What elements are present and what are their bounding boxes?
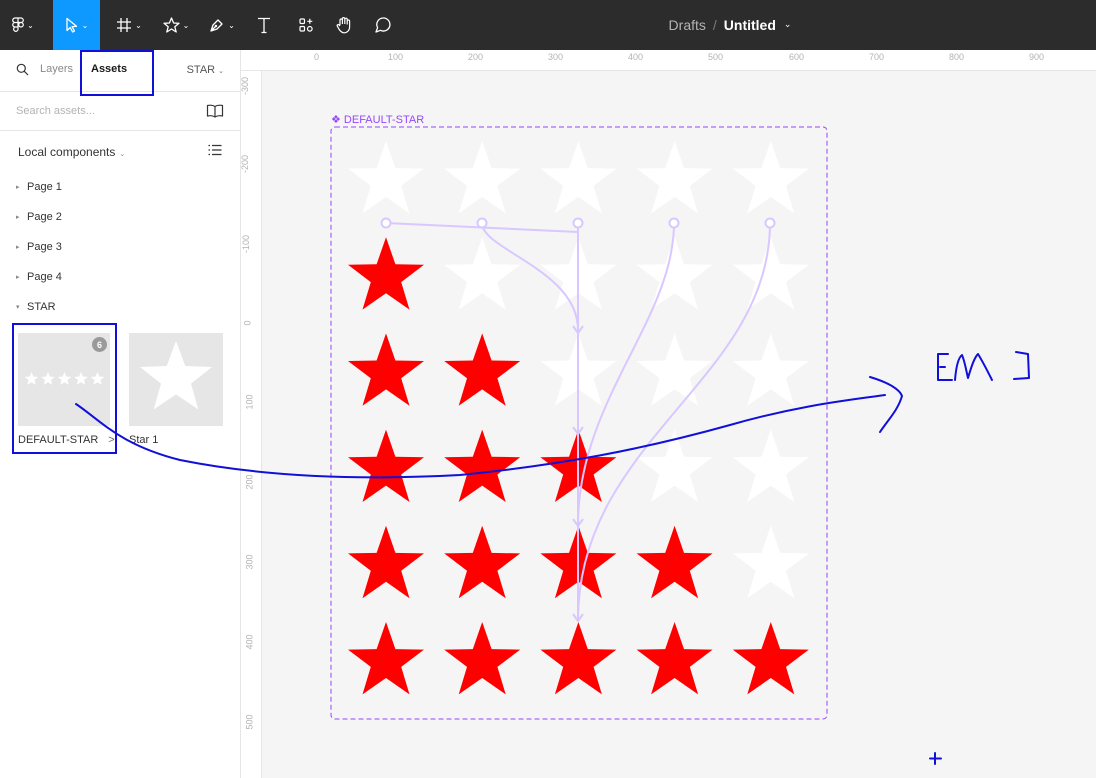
caret-right-icon: ▸ [16, 213, 20, 221]
ruler-tick: 100 [388, 52, 404, 62]
page-group-item[interactable]: ▸ Page 4 [16, 271, 62, 283]
pen-icon [210, 19, 223, 32]
chevron-down-icon: ⌄ [135, 20, 142, 30]
toolbar: ⌄ ⌄ ⌄ ⌄ ⌄ Drafts / Untitled ⌄ [0, 0, 1096, 50]
assets-tab-highlight [80, 50, 154, 96]
divider [0, 130, 240, 131]
caret-down-icon: ▾ [16, 303, 20, 311]
page-group-label: Page 4 [27, 271, 62, 283]
vertical-ruler: -300 -200 -100 0 100 200 300 400 500 [240, 71, 262, 778]
ruler-tick: 200 [468, 52, 484, 62]
chevron-down-icon: ⌄ [119, 150, 126, 158]
component-thumbnail-star-1[interactable] [129, 333, 223, 426]
search-assets-input[interactable] [16, 102, 186, 120]
ruler-tick: 900 [1029, 52, 1045, 62]
page-group-label: Page 1 [27, 181, 62, 193]
text-tool-button[interactable] [244, 0, 284, 50]
ruler-tick: 300 [548, 52, 564, 62]
page-group-label: Page 2 [27, 211, 62, 223]
search-icon[interactable] [16, 63, 29, 76]
caret-right-icon: ▸ [16, 273, 20, 281]
canvas[interactable] [262, 71, 1096, 778]
page-group-label: STAR [27, 301, 56, 313]
text-t-icon [258, 17, 270, 34]
page-group-label: Page 3 [27, 241, 62, 253]
shape-tool-button[interactable]: ⌄ [153, 0, 199, 50]
resources-tool-button[interactable] [286, 0, 326, 50]
hand-tool-button[interactable] [324, 0, 364, 50]
page-selector[interactable]: STAR ⌄ [187, 64, 224, 76]
local-components-label: Local components [18, 145, 116, 159]
component-set-label[interactable]: ❖ DEFAULT-STAR [331, 113, 424, 126]
caret-right-icon: ▸ [16, 183, 20, 191]
ruler-tick: 300 [244, 554, 255, 570]
figma-editor: ⌄ ⌄ ⌄ ⌄ ⌄ Drafts / Untitled ⌄ Layers Ass… [0, 0, 1096, 778]
hand-icon [336, 17, 351, 34]
frame-hash-icon [117, 18, 132, 32]
book-icon[interactable] [206, 104, 224, 118]
breadcrumb-separator: / [712, 17, 717, 33]
ruler-tick: 400 [628, 52, 644, 62]
ruler-tick: -200 [240, 154, 251, 174]
comment-bubble-icon [375, 17, 391, 33]
folder-link[interactable]: Drafts [669, 17, 706, 33]
page-group-item[interactable]: ▸ Page 1 [16, 181, 62, 193]
file-name[interactable]: Untitled [724, 17, 776, 33]
ruler-tick: 500 [244, 714, 255, 730]
ruler-tick: 100 [244, 394, 255, 410]
frame-tool-button[interactable]: ⌄ [106, 0, 152, 50]
figma-logo-icon [12, 17, 24, 32]
ruler-tick: 600 [789, 52, 805, 62]
ruler-tick: 500 [708, 52, 724, 62]
chevron-down-icon: ⌄ [27, 20, 34, 30]
page-group-item[interactable]: ▸ Page 2 [16, 211, 62, 223]
star-preview-icon [140, 341, 212, 410]
ruler-tick: 700 [869, 52, 885, 62]
component-name-star-1: Star 1 [129, 434, 159, 446]
default-star-highlight [12, 323, 117, 454]
file-breadcrumb: Drafts / Untitled ⌄ [560, 0, 900, 50]
ruler-tick: 400 [244, 634, 255, 650]
list-icon[interactable] [208, 144, 222, 156]
ruler-tick: 0 [242, 320, 253, 326]
ruler-tick: -300 [240, 76, 251, 96]
ruler-tick: 0 [314, 52, 320, 62]
main-menu-button[interactable]: ⌄ [0, 0, 46, 50]
local-components-dropdown[interactable]: Local components ⌄ [18, 145, 125, 159]
tab-layers[interactable]: Layers [40, 63, 73, 75]
comment-tool-button[interactable] [363, 0, 403, 50]
ruler-tick: 800 [949, 52, 965, 62]
page-group-item[interactable]: ▸ Page 3 [16, 241, 62, 253]
chevron-down-icon: ⌄ [218, 67, 224, 75]
resources-icon [299, 18, 313, 32]
ruler-tick: 200 [244, 474, 255, 490]
pen-tool-button[interactable]: ⌄ [199, 0, 245, 50]
caret-right-icon: ▸ [16, 243, 20, 251]
chevron-down-icon: ⌄ [81, 20, 89, 30]
horizontal-ruler: 0 100 200 300 400 500 600 700 800 900 [241, 50, 1096, 71]
ruler-tick: -100 [241, 234, 252, 254]
move-cursor-icon [65, 17, 77, 33]
chevron-down-icon: ⌄ [228, 20, 235, 30]
star-shape-icon [162, 17, 180, 33]
chevron-down-icon: ⌄ [182, 20, 190, 30]
move-tool-button[interactable]: ⌄ [53, 0, 100, 50]
chevron-down-icon[interactable]: ⌄ [784, 20, 792, 30]
page-selector-label: STAR [186, 64, 216, 76]
asset-search-row [0, 92, 240, 130]
page-group-item[interactable]: ▾ STAR [16, 301, 56, 313]
